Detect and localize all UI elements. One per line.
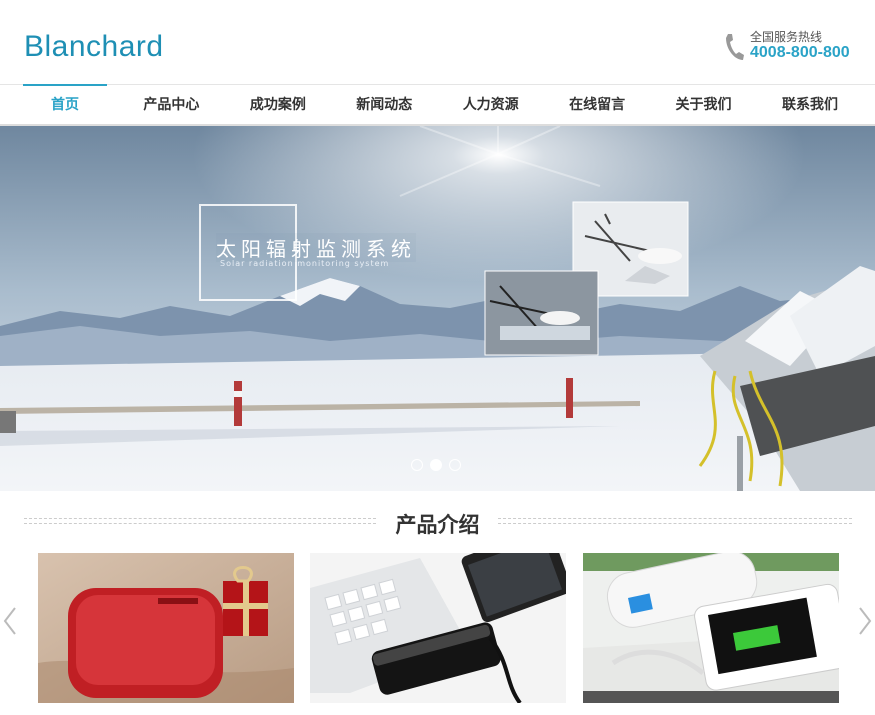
product-image-red-power-bank <box>38 553 294 703</box>
slider-dot-1[interactable] <box>411 459 423 471</box>
nav-item-contact[interactable]: 联系我们 <box>757 85 863 124</box>
product-card-3[interactable] <box>583 553 839 703</box>
banner-subtitle: Solar radiation monitoring system <box>220 259 390 268</box>
slider-dot-3[interactable] <box>449 459 461 471</box>
slider-dots <box>411 459 461 471</box>
product-card-1[interactable] <box>38 553 294 703</box>
nav-item-products[interactable]: 产品中心 <box>118 85 224 124</box>
product-image-black-power-bank <box>310 553 566 703</box>
chevron-left-icon[interactable] <box>2 606 18 636</box>
hero-banner[interactable]: 太阳辐射监测系统 Solar radiation monitoring syst… <box>0 126 875 491</box>
nav-item-cases[interactable]: 成功案例 <box>225 85 331 124</box>
products-section-head: 产品介绍 <box>0 505 875 541</box>
hotline: 全国服务热线 4008-800-800 <box>723 28 853 68</box>
header: Blanchard 全国服务热线 4008-800-800 <box>0 0 875 84</box>
hotline-label: 全国服务热线 <box>750 30 823 44</box>
banner-image <box>0 126 875 491</box>
nav-item-home[interactable]: 首页 <box>12 84 118 124</box>
product-carousel <box>0 553 875 703</box>
nav-item-about[interactable]: 关于我们 <box>651 85 757 124</box>
nav-item-news[interactable]: 新闻动态 <box>331 85 437 124</box>
phone-icon <box>726 34 744 60</box>
product-image-white-power-bank <box>583 553 839 703</box>
slider-dot-2[interactable] <box>430 459 442 471</box>
nav-item-message[interactable]: 在线留言 <box>544 85 650 124</box>
hotline-number: 4008-800-800 <box>750 44 850 61</box>
banner-title: 太阳辐射监测系统 <box>216 233 416 262</box>
section-title: 产品介绍 <box>395 513 480 537</box>
chevron-right-icon[interactable] <box>857 606 873 636</box>
product-card-2[interactable] <box>310 553 566 703</box>
nav-item-hr[interactable]: 人力资源 <box>438 85 544 124</box>
main-nav: 首页 产品中心 成功案例 新闻动态 人力资源 在线留言 关于我们 联系我们 <box>0 84 875 126</box>
logo[interactable]: Blanchard <box>24 30 164 64</box>
